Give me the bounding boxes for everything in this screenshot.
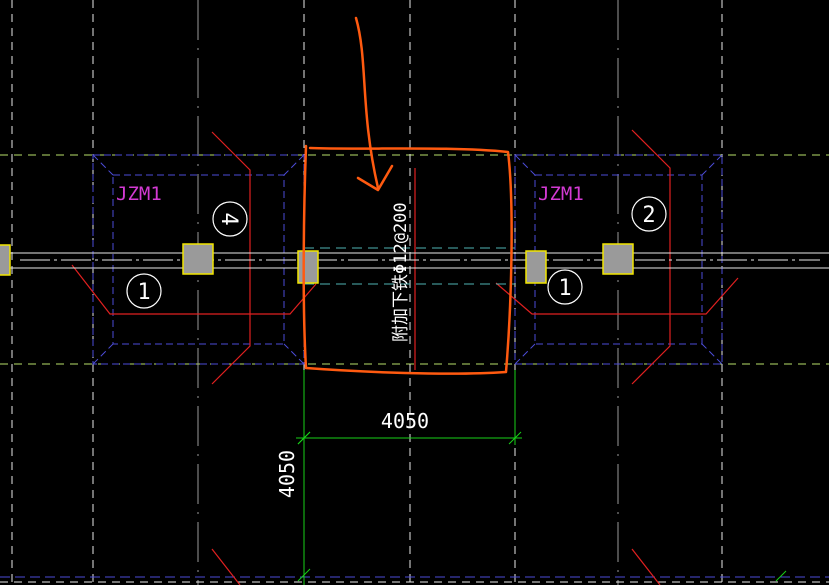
column: [182, 243, 214, 275]
pile-cap-left-label: JZM1: [116, 183, 162, 205]
marker-label: 1: [137, 280, 150, 305]
cad-drawing-canvas[interactable]: 1 4 1 2 JZM1 JZM1 附加下铁Φ12@200 4050 4050: [0, 0, 829, 585]
dimension-horizontal-label: 4050: [381, 409, 429, 433]
marker-label: 4: [216, 212, 241, 225]
marker-label: 2: [642, 203, 655, 228]
column: [602, 243, 634, 275]
dimension-vertical-label: 4050: [275, 450, 299, 498]
column: [297, 250, 319, 284]
column-end-left: [0, 244, 11, 276]
rebar-note: 附加下铁Φ12@200: [391, 202, 411, 342]
pile-cap-right-label: JZM1: [538, 183, 584, 205]
column: [525, 250, 547, 284]
marker-label: 1: [558, 276, 571, 301]
